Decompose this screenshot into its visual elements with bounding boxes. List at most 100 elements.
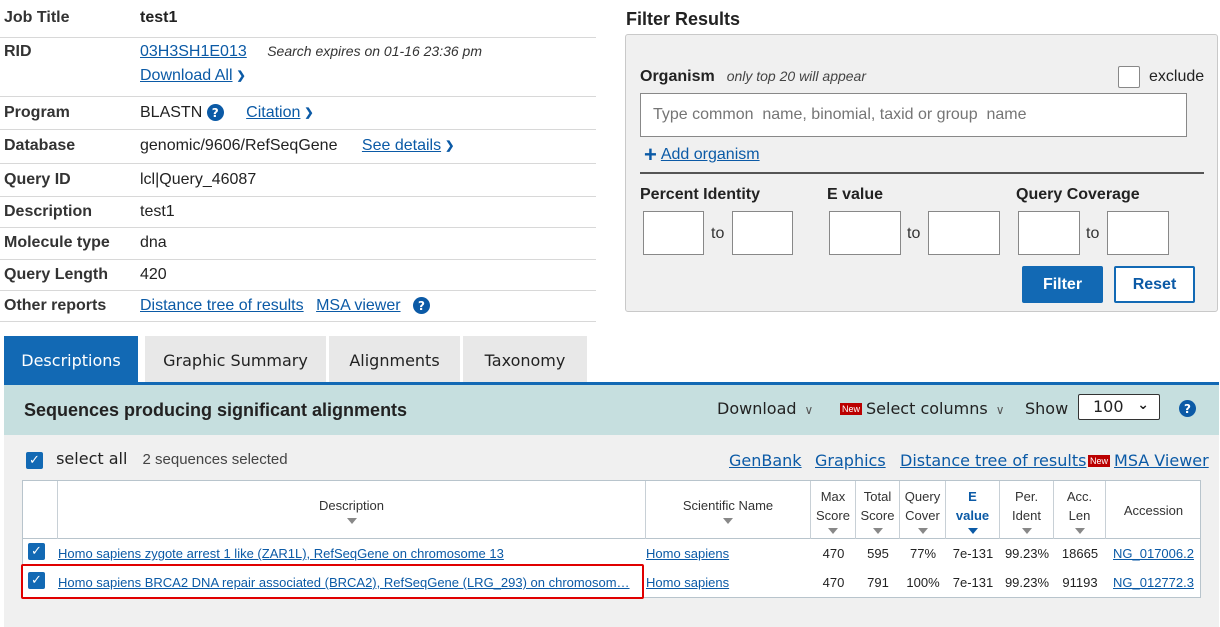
percent-identity-min-input[interactable] [643,211,704,255]
filter-button[interactable]: Filter [1022,266,1103,303]
evalue-label: E value [827,186,884,203]
evalue-max-input[interactable] [928,211,1000,255]
percent-identity-max-input[interactable] [732,211,793,255]
to-label: to [907,225,921,242]
download-label[interactable]: Download [717,399,797,418]
th-per-ident[interactable]: Per. Ident [1000,481,1054,539]
sort-icon[interactable] [723,518,733,524]
job-title-row: Job Title test1 [0,0,596,38]
organism-note: only top 20 will appear [726,68,866,84]
chevron-down-icon[interactable]: ❯ [237,69,246,82]
download-all-link[interactable]: Download All [140,67,233,84]
help-icon[interactable]: ? [413,297,430,315]
help-icon[interactable]: ? [1179,400,1196,417]
table-row: ✓ Homo sapiens zygote arrest 1 like (ZAR… [23,539,1200,568]
msa-viewer-link[interactable]: MSA viewer [316,297,400,314]
query-id-label: Query ID [4,171,71,188]
chevron-down-icon[interactable]: ∨ [805,403,814,417]
sort-icon[interactable] [917,527,928,534]
tab-graphic-summary[interactable]: Graphic Summary [145,336,326,384]
database-row: Database genomic/9606/RefSeqGene See det… [0,130,596,164]
th-total-score-label-2: Score [860,507,895,523]
plus-icon[interactable]: + [644,142,657,167]
sort-icon[interactable] [346,518,357,524]
th-total-score[interactable]: Total Score [856,481,900,539]
msa-viewer-results-link[interactable]: MSA Viewer [1114,451,1209,470]
sort-icon[interactable] [1021,527,1032,534]
row-accession-link[interactable]: NG_012772.3 [1106,575,1201,590]
sort-icon[interactable] [1074,527,1085,534]
organism-input[interactable] [640,93,1187,137]
molecule-type-label: Molecule type [4,234,110,251]
chevron-down-icon[interactable]: ∨ [996,403,1005,417]
genbank-link[interactable]: GenBank [729,451,802,470]
table-row: ✓ Homo sapiens BRCA2 DNA repair associat… [23,568,1200,597]
evalue-min-input[interactable] [829,211,901,255]
show-label: Show [1025,399,1069,418]
query-length-row: Query Length 420 [0,260,596,291]
select-columns-label[interactable]: Select columns [866,399,988,418]
add-organism-link[interactable]: Add organism [661,146,760,163]
msa-viewer-wrap[interactable]: New MSA Viewer [1088,451,1209,470]
help-icon[interactable]: ? [206,104,224,122]
th-select [23,481,58,539]
rid-link[interactable]: 03H3SH1E013 [140,43,247,60]
row-checkbox[interactable]: ✓ [28,543,45,560]
exclude-checkbox[interactable] [1118,66,1140,88]
row-acc-len: 91193 [1062,575,1098,590]
select-all-checkbox[interactable]: ✓ [26,452,43,469]
tab-alignments[interactable]: Alignments [329,336,460,384]
job-summary: Job Title test1 RID 03H3SH1E013 Search e… [0,0,596,322]
filter-panel: Organism only top 20 will appear exclude … [625,34,1218,312]
add-organism[interactable]: + Add organism [644,142,760,168]
th-scientific-name[interactable]: Scientific Name [646,481,811,539]
th-accession[interactable]: Accession [1106,481,1201,539]
download-menu[interactable]: Download ∨ [717,399,813,418]
show-count-value: 100 [1093,397,1124,416]
show-count-select[interactable]: 100 ⌄ [1078,394,1160,420]
sort-icon[interactable] [872,527,883,534]
graphics-link[interactable]: Graphics [815,451,886,470]
results-title: Sequences producing significant alignmen… [24,400,408,420]
divider [640,172,1204,174]
new-badge: New [840,403,863,415]
row-accession-link[interactable]: NG_017006.2 [1106,546,1201,561]
tab-taxonomy[interactable]: Taxonomy [463,336,587,384]
filter-results-title: Filter Results [626,9,741,29]
select-all[interactable]: ✓ select all 2 sequences selected [26,449,288,469]
th-evalue-label-2: value [955,507,990,523]
row-scientific-name-link[interactable]: Homo sapiens [646,575,806,590]
row-scientific-name-link[interactable]: Homo sapiens [646,546,806,561]
th-scientific-name-label: Scientific Name [682,498,774,513]
th-evalue[interactable]: E value [946,481,1000,539]
th-acc-len-label-1: Acc. [1066,488,1093,504]
sort-icon[interactable] [828,527,838,534]
select-columns-menu[interactable]: New Select columns ∨ [840,399,1005,418]
citation-link[interactable]: Citation [246,104,300,121]
query-coverage-max-input[interactable] [1107,211,1169,255]
row-checkbox[interactable]: ✓ [28,572,45,589]
chevron-down-icon[interactable]: ❯ [304,106,313,119]
th-description[interactable]: Description [58,481,646,539]
row-description-link[interactable]: Homo sapiens BRCA2 DNA repair associated… [58,575,643,590]
query-coverage-min-input[interactable] [1018,211,1080,255]
see-details-link[interactable]: See details [362,137,441,154]
tab-descriptions[interactable]: Descriptions [4,336,138,384]
th-evalue-label-1: E [968,488,977,504]
sort-icon[interactable] [967,527,978,534]
exclude-label: exclude [1149,68,1205,85]
distance-tree-results-link[interactable]: Distance tree of results [900,451,1086,470]
results-tabs: Descriptions Graphic Summary Alignments … [4,336,1220,384]
th-max-score[interactable]: Max Score [811,481,856,539]
distance-tree-link[interactable]: Distance tree of results [140,297,304,314]
chevron-down-icon[interactable]: ❯ [445,139,454,152]
program-value: BLASTN [140,104,203,121]
query-length-label: Query Length [4,266,109,283]
row-description-link[interactable]: Homo sapiens zygote arrest 1 like (ZAR1L… [58,546,643,561]
th-query-cover[interactable]: Query Cover [900,481,946,539]
search-expires: Search expires on 01-16 23:36 pm [267,43,483,59]
row-evalue: 7e-131 [952,546,994,561]
th-acc-len[interactable]: Acc. Len [1054,481,1106,539]
reset-button[interactable]: Reset [1114,266,1195,303]
select-all-label[interactable]: select all [56,449,127,468]
